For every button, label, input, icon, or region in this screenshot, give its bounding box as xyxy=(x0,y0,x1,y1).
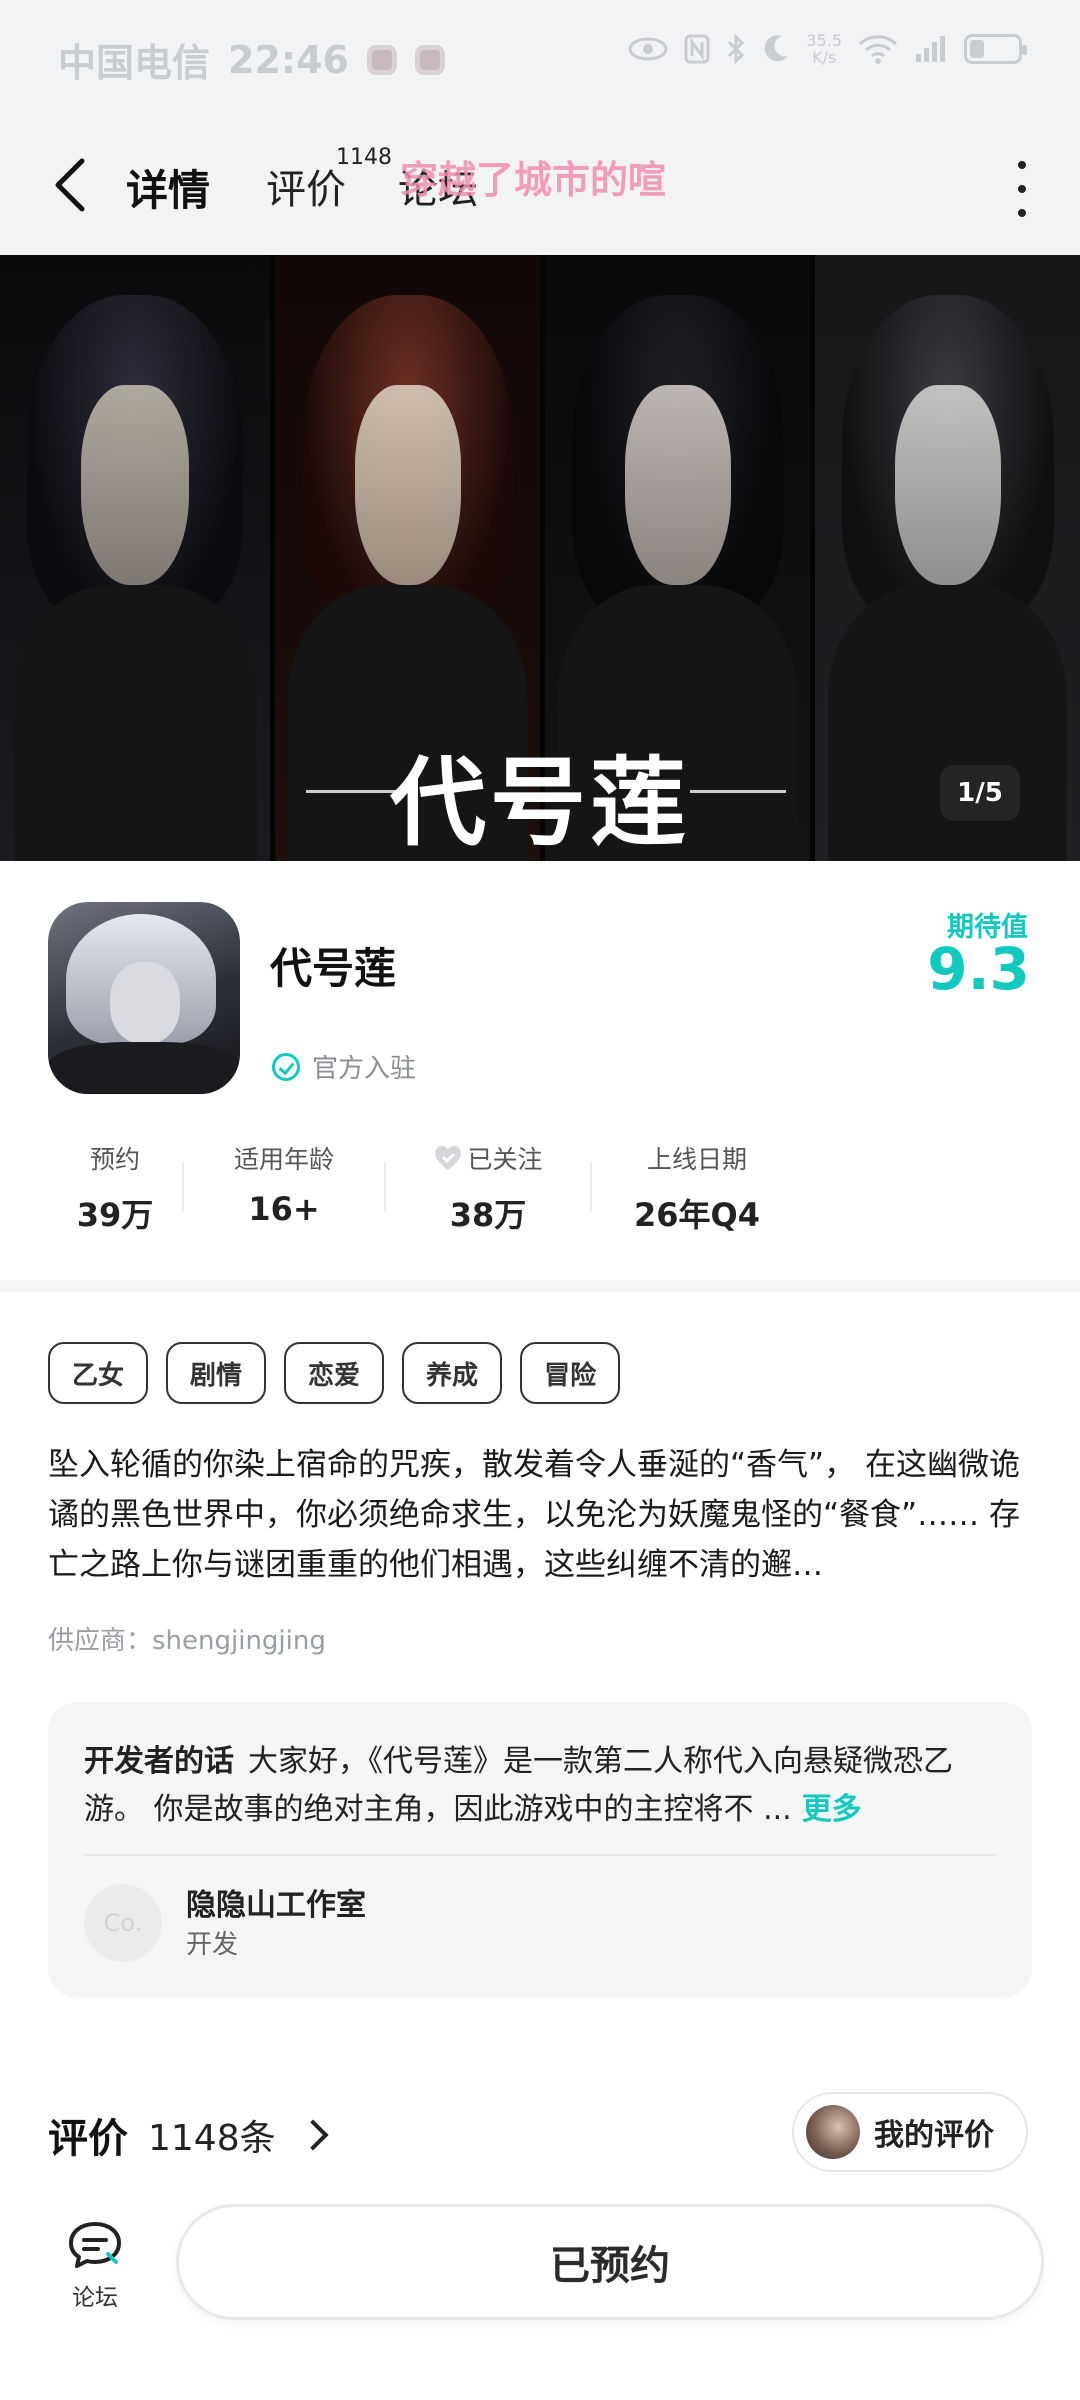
app-name: 代号莲 xyxy=(270,944,397,993)
banner-title: 代号莲 xyxy=(390,746,690,859)
stat-label: 已关注 xyxy=(467,1145,543,1174)
tag-chip[interactable]: 恋爱 xyxy=(284,1342,385,1404)
stat-reservations: 预约 39万 xyxy=(48,1140,182,1234)
reserved-button[interactable]: 已预约 xyxy=(176,2204,1044,2320)
stat-value: 39万 xyxy=(76,1196,154,1234)
developer-words: 开发者的话 大家好，《代号莲》是一款第二人称代入向悬疑微恐乙游。 你是故事的绝对主… xyxy=(84,1738,996,1834)
more-options-icon[interactable] xyxy=(1002,161,1042,217)
notification-icon xyxy=(366,44,397,75)
stat-value: 38万 xyxy=(449,1196,527,1234)
tag-list: 乙女 剧情 恋爱 养成 冒险 xyxy=(48,1342,621,1404)
tab-review[interactable]: 评价 xyxy=(266,157,346,215)
developer-name[interactable]: 隐隐山工作室 xyxy=(186,1880,366,1924)
tab-detail-label: 详情 xyxy=(126,166,211,215)
official-label: 官方入驻 xyxy=(312,1054,417,1084)
bluetooth-icon xyxy=(728,33,745,65)
avatar xyxy=(806,2105,860,2159)
hero-banner[interactable]: 代号莲 1/5 xyxy=(0,255,1080,861)
stat-followers[interactable]: 已关注 38万 xyxy=(386,1140,590,1234)
divider xyxy=(84,1854,996,1856)
reviews-header[interactable]: 评价 1148条 xyxy=(48,2106,329,2164)
tag-chip[interactable]: 乙女 xyxy=(48,1342,149,1404)
developer-avatar[interactable]: Co. xyxy=(84,1884,162,1962)
stat-label-row: 已关注 xyxy=(386,1140,590,1176)
speed-unit: K/s xyxy=(812,48,837,67)
stat-label: 上线日期 xyxy=(646,1145,747,1174)
review-count-badge: 1148 xyxy=(336,145,392,170)
my-review-label: 我的评价 xyxy=(874,2118,994,2153)
stat-age-rating: 适用年龄 16+ xyxy=(184,1140,384,1230)
tag-chip[interactable]: 剧情 xyxy=(166,1342,267,1404)
back-arrow-icon[interactable] xyxy=(44,153,104,217)
tag-chip[interactable]: 冒险 xyxy=(520,1342,621,1404)
developer-words-heading: 开发者的话 xyxy=(84,1744,234,1779)
bottom-action-bar: 论坛 已预约 xyxy=(0,2194,1080,2400)
reviews-title: 评价 xyxy=(48,2116,128,2162)
game-description[interactable]: 坠入轮循的你染上宿命的咒疾，散发着令人垂涎的“香气”， 在这幽微诡谲的黑色世界中… xyxy=(48,1440,1032,1590)
tag-chip[interactable]: 养成 xyxy=(402,1342,503,1404)
top-nav: 详情 评价 1148 论坛 穿越了城市的喧 xyxy=(0,115,1080,255)
eye-icon xyxy=(628,37,668,61)
verified-check-icon xyxy=(272,1052,300,1081)
status-left: 中国电信 22:46 xyxy=(58,32,445,87)
battery-icon xyxy=(964,34,1027,64)
section-separator xyxy=(0,1280,1080,1292)
developer-card[interactable]: 开发者的话 大家好，《代号莲》是一款第二人称代入向悬疑微恐乙游。 你是故事的绝对主… xyxy=(48,1702,1032,1998)
stat-label: 预约 xyxy=(89,1145,140,1174)
my-review-button[interactable]: 我的评价 xyxy=(792,2092,1028,2172)
expectation-score: 9.3 xyxy=(927,935,1030,1003)
nfc-icon xyxy=(684,34,710,64)
forum-button[interactable]: 论坛 xyxy=(60,2220,130,2312)
speed-value: 35.5 xyxy=(806,31,842,50)
scrolling-marquee-text: 穿越了城市的喧 xyxy=(400,158,667,202)
official-badge: 官方入驻 xyxy=(272,1048,416,1085)
forum-chat-icon xyxy=(66,2220,124,2270)
status-right: 35.5 K/s xyxy=(628,32,1027,66)
stats-row: 预约 39万 适用年龄 16+ 已关注 38万 上线日期 26年Q4 xyxy=(48,1140,802,1234)
stat-value: 16+ xyxy=(248,1190,320,1228)
battery-level xyxy=(970,40,984,58)
more-link[interactable]: 更多 xyxy=(802,1792,862,1827)
forum-label: 论坛 xyxy=(72,2285,118,2311)
signal-icon xyxy=(916,36,945,62)
chevron-right-icon xyxy=(297,2119,329,2151)
banner-page-indicator: 1/5 xyxy=(940,765,1020,821)
stat-label: 适用年龄 xyxy=(233,1145,334,1174)
tab-review-label: 评价 xyxy=(266,167,346,213)
stat-value: 26年Q4 xyxy=(633,1196,760,1234)
status-bar: 中国电信 22:46 35.5 K/s xyxy=(0,0,1080,115)
developer-role: 开发 xyxy=(186,1930,239,1960)
wifi-icon xyxy=(858,35,898,64)
moon-icon xyxy=(764,35,789,62)
network-speed: 35.5 K/s xyxy=(806,32,842,66)
heart-icon xyxy=(433,1144,463,1172)
tab-detail[interactable]: 详情 xyxy=(124,157,213,218)
supplier-label: 供应商：shengjingjing xyxy=(48,1626,326,1656)
stat-release-date: 上线日期 26年Q4 xyxy=(592,1140,802,1234)
carrier-label: 中国电信 xyxy=(58,41,211,85)
reviews-count: 1148条 xyxy=(148,2118,276,2159)
clock: 22:46 xyxy=(228,37,349,82)
app-icon xyxy=(48,902,240,1094)
notification-icon xyxy=(414,44,445,75)
